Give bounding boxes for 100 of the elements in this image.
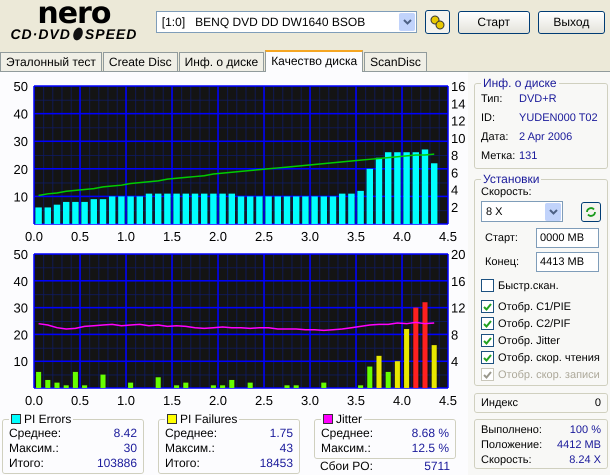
axis-label: 3.5 — [346, 229, 366, 244]
pi-failure-bar — [45, 380, 50, 388]
axis-label: 0.0 — [24, 393, 44, 408]
stat-label: Итого: — [9, 456, 44, 471]
speed-select[interactable]: 8 X — [481, 201, 563, 222]
stat-value: 4412 MB — [556, 438, 601, 453]
pi-failure-bar — [432, 345, 437, 388]
axis-label: 30 — [14, 300, 28, 316]
pi-failure-bar — [183, 382, 188, 388]
refresh-button[interactable] — [581, 202, 601, 222]
stat-label: Максим.: — [165, 441, 215, 456]
info-label: Метка: — [481, 149, 516, 164]
index-label: Индекс — [481, 397, 518, 409]
axis-label: 14 — [451, 96, 466, 112]
logo-title: nero — [37, 2, 110, 26]
stat-value: 8.42 — [114, 426, 137, 441]
speed-label: Скорость: — [481, 186, 533, 198]
pi-error-bar — [90, 199, 98, 224]
checkbox-label: Отобр. скор. записи — [498, 368, 600, 380]
stat-label: Среднее: — [165, 426, 218, 441]
checkbox-label: Отобр. скор. чтения — [498, 352, 600, 364]
pi-failure-bar — [72, 372, 78, 388]
axis-label: 0.5 — [70, 229, 90, 244]
axis-label: 20 — [14, 162, 28, 177]
axis-label: 4.0 — [392, 393, 412, 408]
axis-label: 3.5 — [346, 393, 366, 408]
pi-failure-bar — [404, 329, 410, 388]
checkbox[interactable] — [481, 351, 494, 364]
range-field[interactable]: 4413 MB — [536, 252, 599, 272]
pi-error-bar — [44, 207, 52, 224]
info-label: Тип: — [481, 92, 504, 107]
stat-label: Выполнено: — [481, 423, 542, 438]
axis-label: 10 — [14, 354, 28, 370]
pi-failure-bar — [210, 385, 216, 388]
axis-label: 20 — [14, 327, 28, 342]
tab[interactable]: Эталонный тест — [0, 52, 102, 71]
axis-label: 8 — [451, 327, 458, 342]
tab[interactable]: Create Disc — [102, 52, 178, 71]
stat-value: 8.24 X — [569, 453, 601, 468]
drive-select[interactable]: [1:0] BENQ DVD DD DW1640 BSOB — [156, 11, 417, 33]
axis-label: 3.0 — [300, 229, 320, 244]
pi-error-bar — [302, 196, 309, 224]
pi-error-bar — [164, 194, 171, 224]
stat-label: Максим.: — [9, 441, 59, 456]
logo-text: SPEED — [84, 26, 138, 42]
stat-value: 103886 — [96, 456, 137, 471]
stat-value: 8.68 % — [412, 426, 449, 441]
stat-label: Сбои PO: — [320, 459, 373, 474]
stat-value: 5711 — [424, 459, 450, 474]
settings-button[interactable] — [425, 10, 450, 34]
stat-label: Скорость: — [481, 453, 532, 468]
pi-failure-bar — [64, 385, 69, 388]
pi-error-bar — [348, 194, 355, 224]
refresh-icon — [585, 206, 597, 218]
tab[interactable]: Инф. о диске — [178, 52, 264, 71]
info-value: DVD+R — [519, 92, 557, 107]
pi-error-bar — [210, 194, 217, 224]
panel-title: Инф. о диске — [483, 76, 557, 90]
tab[interactable]: ScanDisc — [364, 52, 427, 71]
panel-title: Jitter — [336, 412, 362, 426]
axis-label: 50 — [14, 247, 28, 262]
info-value: 131 — [519, 149, 538, 164]
axis-label: 16 — [451, 274, 466, 289]
axis-label: 4.0 — [392, 229, 412, 244]
index-value: 0 — [594, 397, 601, 409]
checkbox[interactable] — [481, 317, 494, 330]
info-value: 2 Apr 2006 — [519, 130, 572, 145]
pi-failure-bar — [358, 385, 364, 388]
pi-failure-bar — [386, 372, 391, 388]
pi-failure-bar — [54, 382, 60, 388]
checkbox[interactable] — [481, 279, 494, 292]
pi-error-bar — [136, 196, 144, 224]
stat-value: 100 % — [570, 423, 601, 438]
axis-label: 0.0 — [24, 229, 44, 244]
axis-label: 6 — [451, 165, 458, 180]
checkbox[interactable] — [481, 334, 494, 347]
stat-value: 18453 — [260, 456, 293, 471]
stat-value: 1.75 — [270, 426, 293, 441]
checkbox-label: Отобр. Jitter — [498, 334, 560, 346]
pi-failure-bar — [367, 366, 372, 388]
info-value: YUDEN000 T02 — [519, 111, 598, 126]
axis-label: 2.5 — [254, 393, 274, 408]
exit-button[interactable]: Выход — [538, 10, 605, 34]
pi-failure-bar — [248, 382, 253, 388]
range-field[interactable]: 0000 MB — [536, 228, 599, 248]
pi-error-bar — [366, 168, 374, 224]
pi-error-bar — [394, 152, 401, 224]
pi-error-bar — [256, 196, 263, 224]
start-button[interactable]: Старт — [458, 10, 530, 34]
pi-failure-bar — [394, 361, 400, 388]
disc-icon — [72, 27, 84, 41]
stat-label: Среднее: — [321, 426, 374, 441]
axis-label: 10 — [14, 189, 28, 204]
pi-failure-bar — [100, 374, 106, 388]
info-label: ID: — [481, 111, 496, 126]
tab[interactable]: Качество диска — [265, 50, 364, 72]
checkbox[interactable] — [481, 300, 494, 313]
pi-failure-bar — [36, 372, 42, 388]
pi-error-bar — [320, 196, 328, 224]
stat-value: 12.5 % — [412, 441, 449, 456]
